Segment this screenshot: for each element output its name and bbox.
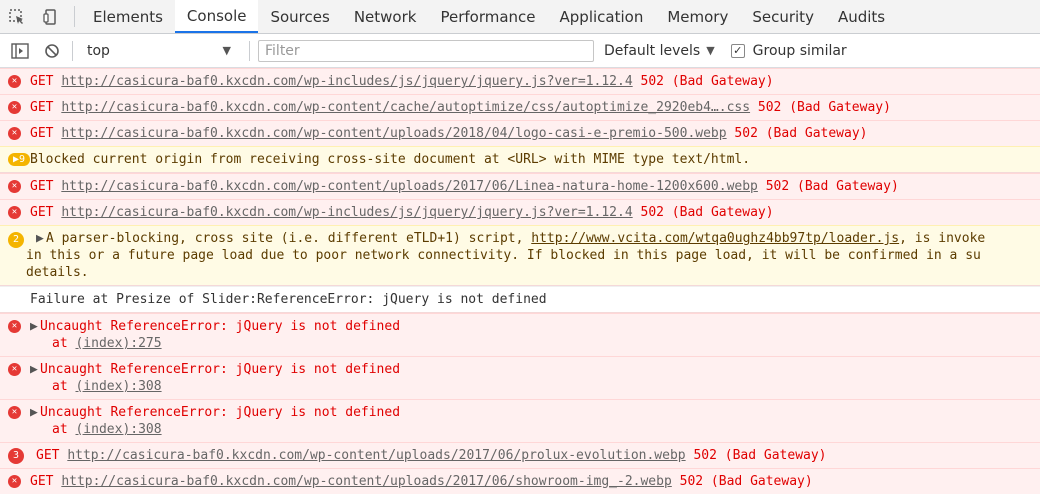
toolbar-separator	[249, 40, 250, 61]
stack-frame: at (index):308	[52, 379, 162, 394]
request-method: GET	[30, 126, 54, 141]
repeat-count: 9	[19, 154, 26, 165]
message-text: Blocked current origin from receiving cr…	[30, 152, 751, 167]
error-count-badge: 3	[8, 448, 24, 464]
message-link[interactable]: http://casicura-baf0.kxcdn.com/wp-conten…	[61, 100, 750, 115]
request-method: GET	[30, 179, 54, 194]
error-icon: ✕	[8, 127, 21, 140]
message-text: A parser-blocking, cross site (i.e. diff…	[46, 231, 532, 246]
console-message: ✕ ▶ Uncaught ReferenceError: jQuery is no…	[0, 313, 1040, 356]
chevron-down-icon: ▼	[706, 44, 715, 57]
filter-input[interactable]	[258, 39, 594, 62]
message-text: Uncaught ReferenceError: jQuery is not d…	[40, 362, 401, 377]
stack-frame: at (index):308	[52, 422, 162, 437]
message-link[interactable]: http://casicura-baf0.kxcdn.com/wp-conten…	[61, 474, 671, 489]
tab-elements[interactable]: Elements	[81, 0, 175, 33]
error-icon: ✕	[8, 475, 21, 488]
status-text: 502 (Bad Gateway)	[693, 448, 827, 463]
device-toolbar-icon[interactable]	[34, 0, 68, 33]
message-continuation: details.	[26, 265, 89, 280]
error-icon: ✕	[8, 406, 21, 419]
tab-memory[interactable]: Memory	[655, 0, 740, 33]
group-similar-toggle[interactable]: ✓ Group similar	[730, 42, 847, 59]
stack-link[interactable]: (index):308	[75, 422, 161, 437]
console-message: ✕ ▶ Uncaught ReferenceError: jQuery is no…	[0, 356, 1040, 399]
status-text: 502 (Bad Gateway)	[640, 74, 774, 89]
console-message: 3 GET http://casicura-baf0.kxcdn.com/wp-…	[0, 442, 1040, 468]
request-method: GET	[30, 100, 54, 115]
context-value: top	[87, 42, 110, 59]
tab-security[interactable]: Security	[740, 0, 826, 33]
message-link[interactable]: http://www.vcita.com/wtqa0ughz4bb97tp/lo…	[531, 231, 899, 246]
devtools-tabbar: Elements Console Sources Network Perform…	[0, 0, 1040, 34]
console-message: ✕ GET http://casicura-baf0.kxcdn.com/wp-…	[0, 120, 1040, 146]
console-message: ✕ GET http://casicura-baf0.kxcdn.com/wp-…	[0, 94, 1040, 120]
console-message: ✕ ▶ Uncaught ReferenceError: jQuery is no…	[0, 399, 1040, 442]
tab-audits[interactable]: Audits	[826, 0, 897, 33]
expand-icon[interactable]: ▶	[30, 318, 40, 335]
console-message: ✕ GET http://casicura-baf0.kxcdn.com/wp-…	[0, 468, 1040, 494]
warning-count-badge: ▶9	[8, 153, 30, 166]
error-icon: ✕	[8, 206, 21, 219]
stack-link[interactable]: (index):275	[75, 336, 161, 351]
console-message: Failure at Presize of Slider:ReferenceEr…	[0, 286, 1040, 313]
message-text: , is invoke	[899, 231, 986, 246]
tab-network[interactable]: Network	[342, 0, 429, 33]
tab-performance[interactable]: Performance	[428, 0, 547, 33]
request-method: GET	[36, 448, 60, 463]
console-messages: ✕ GET http://casicura-baf0.kxcdn.com/wp-…	[0, 68, 1040, 494]
expand-icon[interactable]: ▶	[30, 404, 40, 421]
error-icon: ✕	[8, 363, 21, 376]
message-text: Failure at Presize of Slider:ReferenceEr…	[30, 292, 547, 307]
message-text: Uncaught ReferenceError: jQuery is not d…	[40, 319, 401, 334]
error-icon: ✕	[8, 180, 21, 193]
error-icon: ✕	[8, 75, 21, 88]
stack-link[interactable]: (index):308	[75, 379, 161, 394]
tab-separator	[74, 6, 75, 27]
tab-console[interactable]: Console	[174, 0, 259, 33]
status-text: 502 (Bad Gateway)	[679, 474, 813, 489]
expand-icon[interactable]: ▶	[30, 361, 40, 378]
message-text: Uncaught ReferenceError: jQuery is not d…	[40, 405, 401, 420]
context-selector[interactable]: top ▼	[81, 43, 241, 59]
request-method: GET	[30, 205, 54, 220]
chevron-down-icon: ▼	[222, 44, 231, 57]
tab-application[interactable]: Application	[548, 0, 656, 33]
console-message: ✕ GET http://casicura-baf0.kxcdn.com/wp-…	[0, 199, 1040, 225]
console-message: ▶9 Blocked current origin from receiving…	[0, 146, 1040, 173]
log-levels-dropdown[interactable]: Default levels ▼	[604, 43, 715, 59]
tab-sources[interactable]: Sources	[258, 0, 341, 33]
clear-console-icon[interactable]	[40, 39, 64, 63]
console-message: ✕ GET http://casicura-baf0.kxcdn.com/wp-…	[0, 68, 1040, 94]
toolbar-separator	[72, 40, 73, 61]
warning-count-badge: 2	[8, 232, 24, 248]
message-link[interactable]: http://casicura-baf0.kxcdn.com/wp-includ…	[61, 74, 632, 89]
error-icon: ✕	[8, 101, 21, 114]
message-link[interactable]: http://casicura-baf0.kxcdn.com/wp-conten…	[61, 126, 726, 141]
stack-frame: at (index):275	[52, 336, 162, 351]
message-link[interactable]: http://casicura-baf0.kxcdn.com/wp-includ…	[61, 205, 632, 220]
group-similar-label: Group similar	[752, 42, 847, 59]
log-levels-label: Default levels	[604, 42, 701, 59]
expand-icon[interactable]: ▶	[36, 230, 46, 247]
message-continuation: in this or a future page load due to poo…	[26, 248, 981, 263]
status-text: 502 (Bad Gateway)	[765, 179, 899, 194]
status-text: 502 (Bad Gateway)	[640, 205, 774, 220]
status-text: 502 (Bad Gateway)	[734, 126, 868, 141]
show-sidebar-icon[interactable]	[8, 39, 32, 63]
console-toolbar: top ▼ Default levels ▼ ✓ Group similar	[0, 34, 1040, 68]
error-icon: ✕	[8, 320, 21, 333]
message-link[interactable]: http://casicura-baf0.kxcdn.com/wp-conten…	[61, 179, 758, 194]
console-message: ✕ GET http://casicura-baf0.kxcdn.com/wp-…	[0, 173, 1040, 199]
inspect-element-icon[interactable]	[0, 0, 34, 33]
request-method: GET	[30, 74, 54, 89]
message-link[interactable]: http://casicura-baf0.kxcdn.com/wp-conten…	[67, 448, 685, 463]
status-text: 502 (Bad Gateway)	[757, 100, 891, 115]
request-method: GET	[30, 474, 54, 489]
group-similar-checkbox[interactable]: ✓	[730, 43, 745, 58]
console-message: 2 ▶ A parser-blocking, cross site (i.e. d…	[0, 225, 1040, 286]
